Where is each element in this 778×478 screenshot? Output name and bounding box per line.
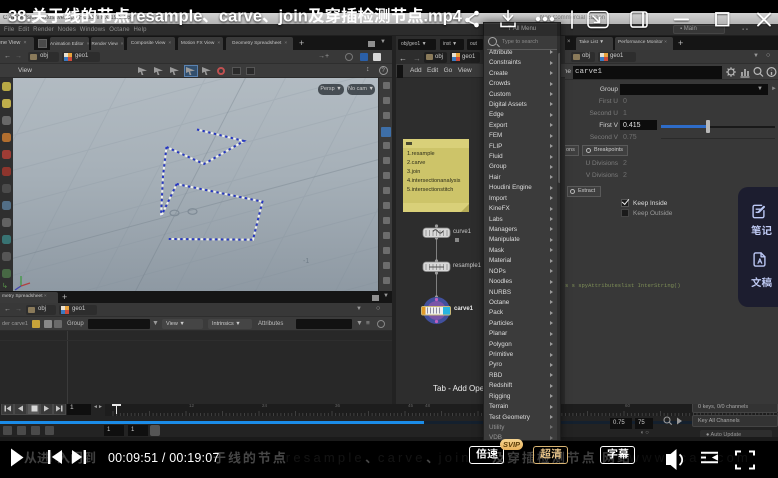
svg-text:48: 48: [425, 404, 431, 408]
svg-text:-1: -1: [303, 258, 309, 265]
svg-text:60: 60: [625, 404, 631, 408]
svg-text:24: 24: [262, 404, 268, 408]
svg-text:45: 45: [408, 404, 414, 408]
svg-text:12: 12: [189, 404, 195, 408]
svg-text:36: 36: [335, 404, 341, 408]
